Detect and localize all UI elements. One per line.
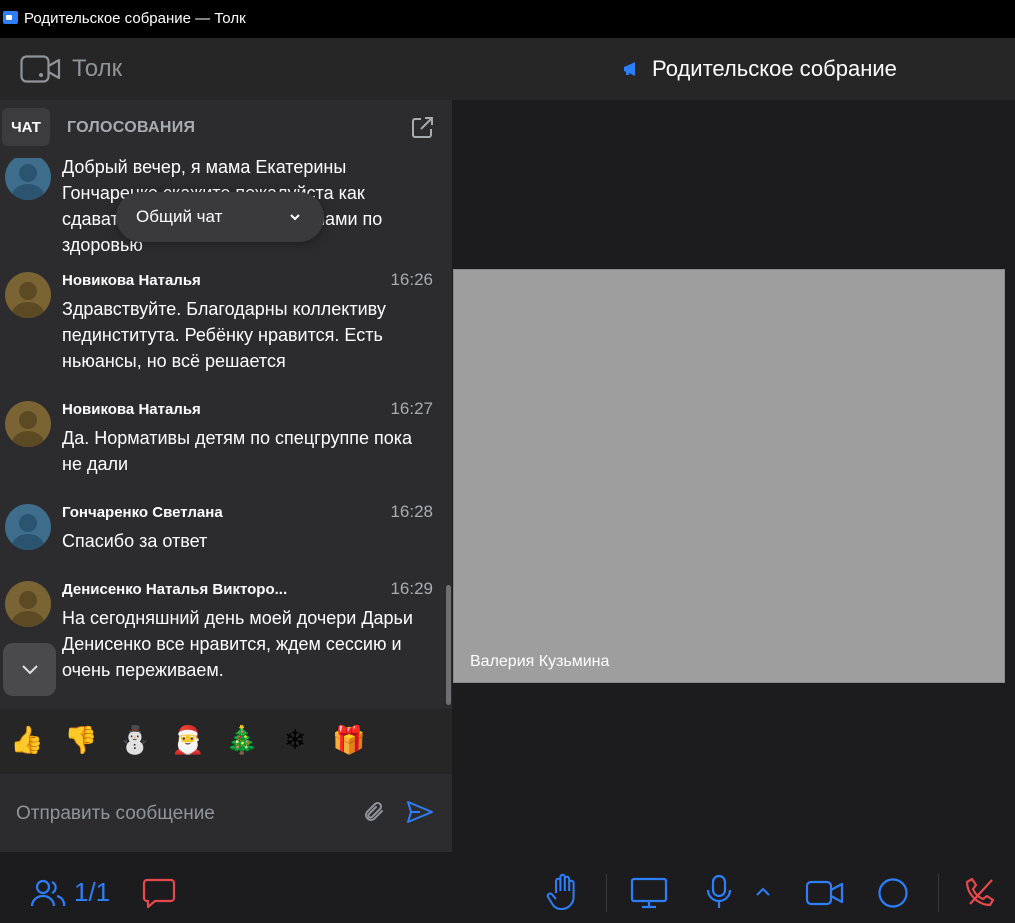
message-text: Спасибо за ответ: [62, 531, 208, 551]
megaphone-icon: [624, 62, 635, 76]
thumbs-up-reaction[interactable]: 👍: [10, 723, 44, 757]
list-item: Новикова Наталья 16:27 Да. Нормативы дет…: [0, 397, 440, 477]
list-item: Гончаренко Светлана 16:28 Спасибо за отв…: [0, 500, 440, 560]
participants-button[interactable]: [28, 874, 68, 912]
scroll-down-button[interactable]: [3, 643, 56, 696]
message-time: 16:26: [390, 270, 433, 289]
toolbar-divider: [938, 874, 939, 912]
message-author: Гончаренко Светлана: [62, 504, 223, 521]
avatar: [5, 401, 51, 447]
chevron-up-icon: [756, 887, 770, 896]
message-author: Новикова Наталья: [62, 401, 201, 418]
reactions-bar: 👍 👎 ⛄ 🎅 🎄 ❄ 🎁: [0, 709, 452, 774]
call-toolbar: 1/1: [0, 852, 1015, 923]
list-item: Денисенко Наталья Викторо... 16:29 На се…: [0, 577, 440, 687]
list-item: Новикова Наталья 16:26 Здравствуйте. Бла…: [0, 268, 440, 378]
attach-button[interactable]: [362, 800, 386, 829]
video-stage: Валерия Кузьмина: [452, 100, 1015, 852]
chat-selector-label: Общий чат: [136, 207, 223, 226]
thumbs-down-reaction[interactable]: 👎: [64, 723, 98, 757]
participant-name: Валерия Кузьмина: [470, 653, 610, 670]
avatar: [5, 581, 51, 627]
message-composer: [0, 774, 452, 852]
toolbar-divider: [606, 874, 607, 912]
external-link-icon: [412, 117, 433, 138]
message-text: На сегодняшний день моей дочери Дарьи Де…: [62, 608, 413, 680]
video-camera-icon: [805, 880, 844, 906]
brand-name: Толк: [72, 55, 123, 82]
participant-video: Валерия Кузьмина: [453, 269, 1005, 683]
avatar: [5, 272, 51, 318]
camera-button[interactable]: [805, 874, 845, 912]
chevron-down-icon: [21, 664, 38, 674]
record-button[interactable]: [876, 876, 910, 910]
meeting-title-text: Родительское собрание: [652, 56, 897, 81]
tab-chat[interactable]: ЧАТ: [2, 108, 50, 146]
popout-button[interactable]: [410, 116, 434, 145]
santa-reaction[interactable]: 🎅: [171, 723, 205, 757]
message-time: 16:28: [390, 502, 433, 521]
circle-icon: [878, 878, 908, 908]
app-icon: [3, 11, 18, 24]
send-icon: [407, 801, 433, 823]
send-button[interactable]: [406, 800, 434, 829]
meeting-title: Родительское собрание: [622, 52, 897, 86]
phone-hangup-icon: [965, 877, 995, 907]
chevron-down-icon: [290, 214, 300, 221]
chat-tabs: ЧАТ ГОЛОСОВАНИЯ: [0, 100, 452, 158]
message-text: Да. Нормативы детям по спецгруппе пока н…: [62, 428, 413, 474]
app-header: Толк Родительское собрание: [0, 38, 1015, 100]
message-text: Здравствуйте. Благодарны коллективу педи…: [62, 299, 386, 371]
camera-logo-icon: [20, 55, 61, 83]
chat-selector-dropdown[interactable]: Общий чат: [116, 192, 324, 242]
message-author: Денисенко Наталья Викторо...: [62, 581, 288, 598]
christmas-tree-reaction[interactable]: 🎄: [225, 723, 259, 757]
avatar: [5, 158, 51, 200]
microphone-options-button[interactable]: [753, 882, 773, 902]
message-author: Новикова Наталья: [62, 272, 201, 289]
message-input[interactable]: [14, 798, 348, 830]
hand-icon: [546, 873, 575, 910]
hang-up-button[interactable]: [962, 874, 998, 910]
paperclip-icon: [365, 801, 383, 821]
chat-bubble-icon: [142, 878, 176, 909]
chat-toggle-button[interactable]: [139, 874, 179, 912]
message-time: 16:29: [390, 579, 433, 598]
window-title: Родительское собрание — Толк: [24, 10, 246, 27]
tab-votes[interactable]: ГОЛОСОВАНИЯ: [67, 119, 195, 137]
brand-logo: Толк: [20, 52, 122, 86]
snowman-reaction[interactable]: ⛄: [118, 723, 152, 757]
screen-share-button[interactable]: [629, 874, 669, 912]
snowflake-reaction[interactable]: ❄: [278, 723, 312, 757]
participants-count: 1/1: [74, 877, 111, 907]
microphone-icon: [706, 874, 732, 908]
users-icon: [30, 879, 66, 907]
raise-hand-button[interactable]: [543, 870, 583, 914]
avatar: [5, 504, 51, 550]
chat-scrollbar[interactable]: [446, 585, 451, 705]
microphone-button[interactable]: [703, 872, 735, 912]
chat-panel: ЧАТ ГОЛОСОВАНИЯ Добрый вечер, я мама Ека…: [0, 100, 452, 852]
message-time: 16:27: [390, 399, 433, 418]
gift-reaction[interactable]: 🎁: [332, 723, 366, 757]
window-titlebar: Родительское собрание — Толк: [0, 0, 1015, 38]
monitor-icon: [630, 877, 668, 909]
